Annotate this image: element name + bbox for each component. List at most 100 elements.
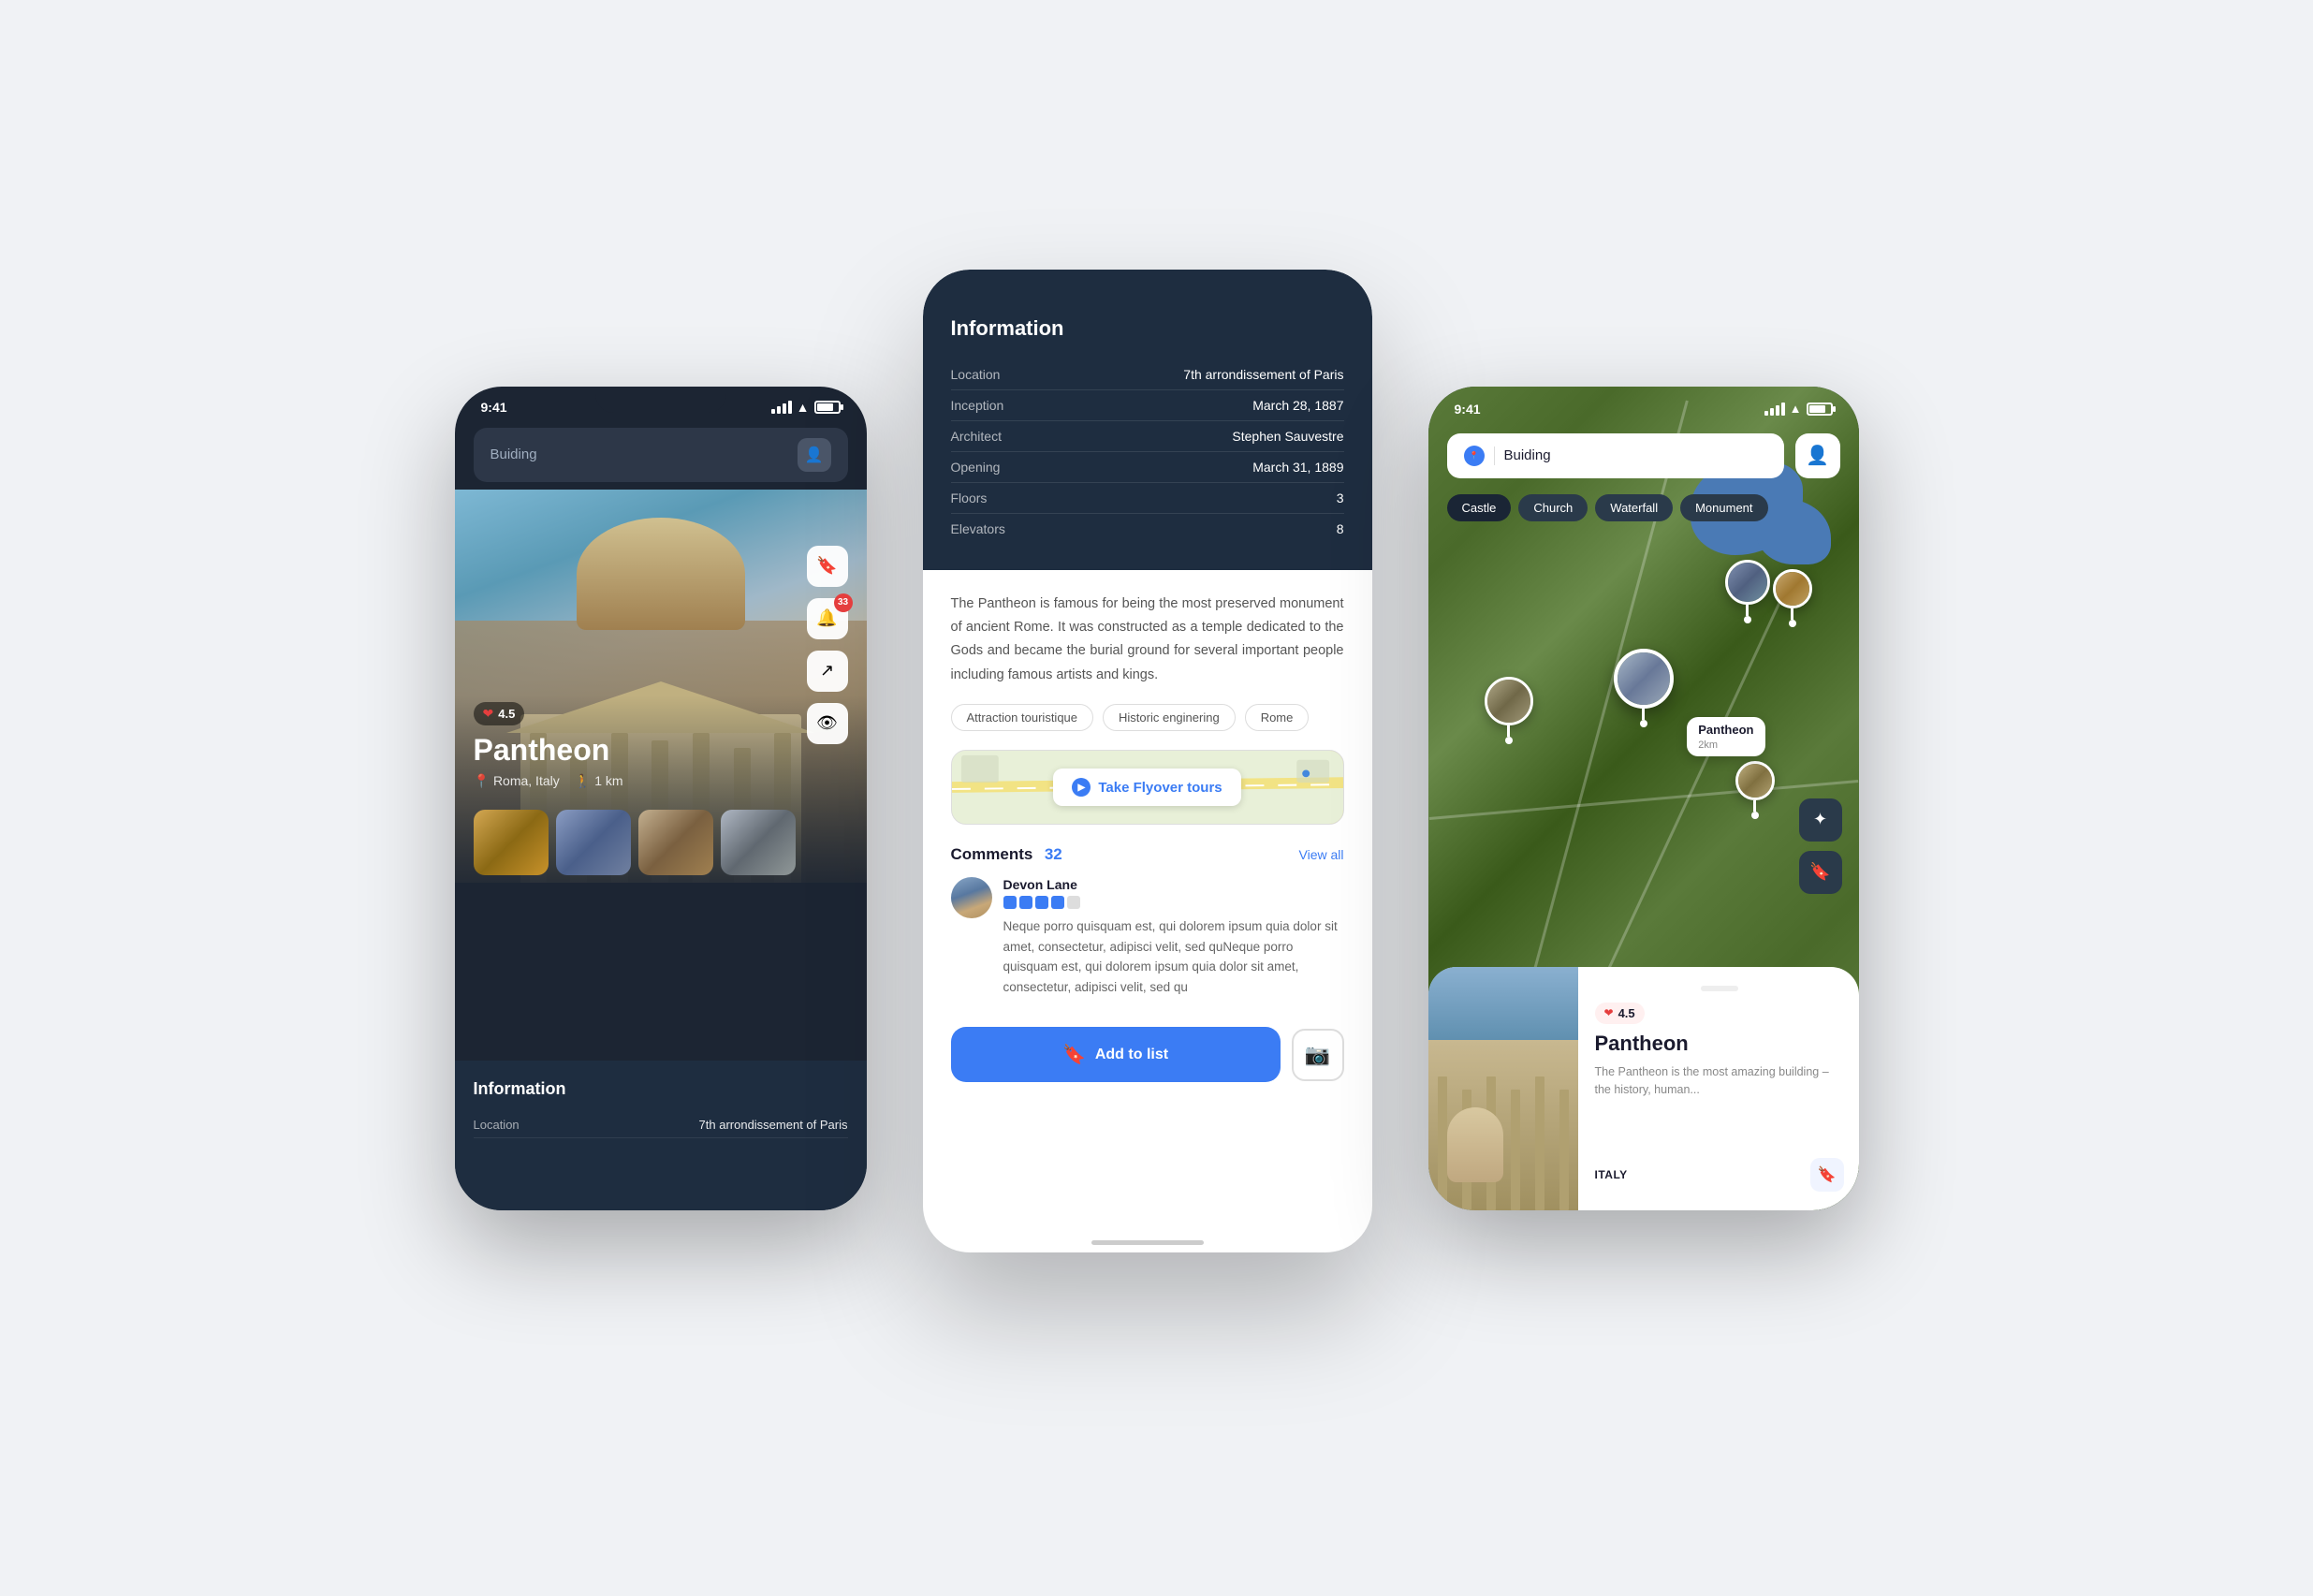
map-pin-2[interactable]	[1773, 569, 1812, 627]
info-label-1: Inception	[951, 398, 1004, 413]
card-country: ITALY	[1595, 1168, 1628, 1181]
phone3-search-text: Buiding	[1504, 447, 1551, 463]
wifi-icon: ▲	[797, 400, 810, 415]
phone1: 9:41 ▲ Buiding 👤	[455, 387, 867, 1210]
thumbnail-2[interactable]	[556, 810, 631, 875]
info-label-5: Elevators	[951, 521, 1005, 536]
phone1-hero-image: 🔖 🔔 33 ↗ 👁 ❤ 4.5 Pantheon	[455, 490, 867, 883]
info-location-label: Location	[474, 1118, 520, 1132]
battery-icon	[1807, 403, 1833, 416]
card-save-button[interactable]: 🔖	[1810, 1158, 1844, 1192]
share-button[interactable]: ↗	[807, 651, 848, 692]
camera-button[interactable]: 📷	[1292, 1029, 1344, 1081]
save-button[interactable]: 🔖	[807, 546, 848, 587]
notification-icon: 🔔	[816, 608, 837, 628]
commenter-name: Devon Lane	[1003, 877, 1344, 892]
phone3-status-icons: ▲	[1764, 402, 1833, 416]
info-row-4: Floors 3	[951, 483, 1344, 514]
card-drag-handle	[1701, 986, 1738, 991]
rating-value: 4.5	[498, 707, 515, 721]
thumbnail-3[interactable]	[638, 810, 713, 875]
phone2-content: Information Location 7th arrondissement …	[923, 270, 1372, 1252]
add-to-list-button[interactable]: 🔖 Add to list	[951, 1027, 1281, 1082]
pantheon-distance: 2km	[1698, 739, 1718, 751]
filter-chip-waterfall[interactable]: Waterfall	[1595, 494, 1673, 521]
phone2-map-flyover[interactable]: ▶ Take Flyover tours	[951, 750, 1344, 825]
hero-place-title: Pantheon	[474, 733, 848, 768]
add-to-list-label: Add to list	[1095, 1047, 1168, 1063]
info-label-2: Architect	[951, 429, 1002, 444]
comment-item: Devon Lane Neque porro quisquam est, qui…	[951, 877, 1344, 997]
filter-chip-monument[interactable]: Monument	[1680, 494, 1767, 521]
filter-chip-church[interactable]: Church	[1518, 494, 1588, 521]
thumbnail-4[interactable]	[721, 810, 796, 875]
location-icon: 📍	[474, 773, 490, 789]
tag-1[interactable]: Historic enginering	[1103, 704, 1236, 731]
pantheon-map-label: Pantheon 2km	[1687, 717, 1764, 756]
info-row-2: Architect Stephen Sauvestre	[951, 421, 1344, 452]
phone3: 9:41 ▲ 📍	[1428, 387, 1859, 1210]
hero-rating: ❤ 4.5	[474, 702, 525, 725]
phone3-bottom-card: ❤ 4.5 Pantheon The Pantheon is the most …	[1428, 967, 1859, 1210]
distance-icon: 🚶	[575, 773, 591, 789]
phone3-avatar-button[interactable]: 👤	[1795, 433, 1840, 478]
info-label-0: Location	[951, 367, 1001, 382]
map-pin-pantheon[interactable]	[1614, 649, 1674, 727]
phone1-thumbnails	[455, 810, 867, 875]
info-row-5: Elevators 8	[951, 514, 1344, 544]
map-pin-1[interactable]	[1725, 560, 1770, 623]
notification-badge: 33	[834, 593, 853, 612]
tag-2[interactable]: Rome	[1245, 704, 1310, 731]
phone1-avatar-button[interactable]: 👤	[798, 438, 831, 472]
comments-count: 32	[1045, 845, 1062, 863]
thumbnail-1[interactable]	[474, 810, 549, 875]
flyover-label: Take Flyover tours	[1098, 780, 1222, 796]
star-1	[1003, 896, 1017, 909]
card-rating: ❤ 4.5	[1595, 1003, 1645, 1024]
info-value-1: March 28, 1887	[1252, 398, 1343, 413]
card-rating-value: 4.5	[1618, 1006, 1635, 1020]
phone3-top-bar: 📍 Buiding 👤	[1447, 433, 1840, 478]
view-all-button[interactable]: View all	[1299, 847, 1344, 862]
bookmark-icon: 🔖	[816, 556, 837, 576]
map-pin-3[interactable]	[1485, 677, 1533, 744]
phone3-search-bar[interactable]: 📍 Buiding	[1447, 433, 1784, 478]
phone1-status-icons: ▲	[771, 400, 841, 415]
map-pin-5[interactable]	[1735, 761, 1775, 819]
battery-icon	[814, 401, 841, 414]
hero-meta: 📍 Roma, Italy 🚶 1 km	[474, 773, 848, 789]
map-road-2	[1428, 779, 1858, 819]
phone2-home-indicator	[1091, 1240, 1204, 1245]
phone2-tags: Attraction touristique Historic engineri…	[923, 704, 1372, 750]
phone1-notch	[595, 387, 726, 413]
save-map-button[interactable]: 🔖	[1799, 851, 1842, 894]
comment-avatar	[951, 877, 992, 918]
star-5	[1067, 896, 1080, 909]
tag-0[interactable]: Attraction touristique	[951, 704, 1094, 731]
person-icon: 👤	[805, 446, 824, 464]
hero-location: Roma, Italy	[493, 773, 560, 788]
info-row-1: Inception March 28, 1887	[951, 390, 1344, 421]
app-scene: 9:41 ▲ Buiding 👤	[0, 0, 2313, 1596]
person-icon: 👤	[1806, 444, 1829, 467]
info-row-3: Opening March 31, 1889	[951, 452, 1344, 483]
info-value-4: 3	[1337, 491, 1344, 505]
info-value-0: 7th arrondissement of Paris	[1183, 367, 1343, 382]
info-row-0: Location 7th arrondissement of Paris	[951, 359, 1344, 390]
signal-icon	[771, 401, 792, 414]
compass-button[interactable]: ✦	[1799, 798, 1842, 842]
card-place-title: Pantheon	[1595, 1032, 1844, 1056]
pantheon-label-text: Pantheon	[1698, 723, 1753, 737]
filter-chip-castle[interactable]: Castle	[1447, 494, 1512, 521]
phone2-actions: 🔖 Add to list 📷	[923, 1012, 1372, 1101]
phone1-search-text: Buiding	[490, 447, 537, 462]
phone1-search-bar[interactable]: Buiding 👤	[474, 428, 848, 482]
notification-button[interactable]: 🔔 33	[807, 598, 848, 639]
compass-icon: ✦	[1813, 810, 1827, 829]
flyover-button[interactable]: ▶ Take Flyover tours	[1053, 769, 1240, 806]
bookmark-add-icon: 🔖	[1062, 1043, 1086, 1066]
info-row-location: Location 7th arrondissement of Paris	[474, 1112, 848, 1138]
card-place-image	[1428, 967, 1578, 1210]
share-icon: ↗	[820, 661, 834, 681]
comment-body: Devon Lane Neque porro quisquam est, qui…	[1003, 877, 1344, 997]
